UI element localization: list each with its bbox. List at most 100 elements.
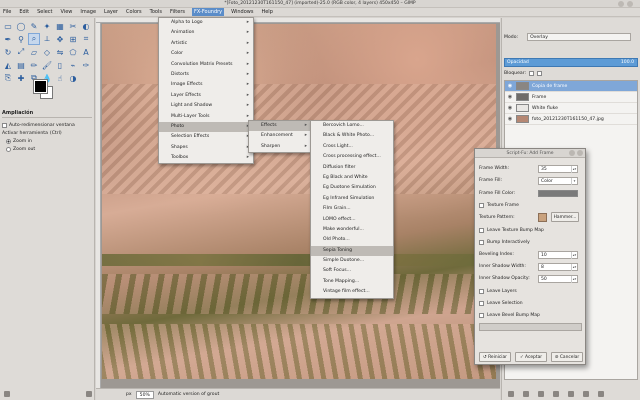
menu-item-convolution-matrix-presets[interactable]: Convolution Matrix Presets ▸: [159, 60, 253, 70]
menu-item-shapes[interactable]: Shapes▸: [159, 143, 253, 153]
inner-shadow-opacity-spinner[interactable]: 50 ▴▾: [538, 275, 578, 283]
free-select-icon[interactable]: ✎: [28, 20, 40, 32]
menu-item-layer-effects[interactable]: Layer Effects ▸: [159, 91, 253, 101]
menu-item-multi-layer-tools[interactable]: Multi-Layer Tools ▸: [159, 112, 253, 122]
zoom-icon[interactable]: ⌕: [28, 33, 40, 45]
menu-item-alpha-to-logo[interactable]: Alpha to Logo ▸: [159, 18, 253, 28]
minimize-icon[interactable]: [618, 1, 624, 7]
texture-frame-row[interactable]: Texture Frame: [479, 201, 519, 210]
shear-icon[interactable]: ▱: [28, 46, 40, 58]
menu-item-sepia-toning[interactable]: Sepia Toning: [311, 245, 393, 257]
leave-texture-bump-checkbox[interactable]: [479, 228, 484, 233]
menu-image[interactable]: Image: [79, 9, 97, 15]
layer-row[interactable]: ◉ Copia de frame: [505, 81, 637, 92]
dialog-minimize-icon[interactable]: [569, 150, 575, 156]
clone-icon[interactable]: ⎘: [2, 72, 14, 84]
measure-icon[interactable]: ⟂: [41, 33, 53, 45]
fg-bg-colors[interactable]: [33, 79, 53, 99]
menu-item-toolbox[interactable]: Toolbox ▸: [159, 153, 253, 163]
zoom-in-option[interactable]: Zoom in: [2, 137, 92, 145]
menu-item-tone-mapping[interactable]: Tone Mapping...: [311, 277, 393, 287]
scale-icon[interactable]: ⤢: [15, 46, 27, 58]
menu-item-lomo-effect[interactable]: LOMO effect...: [311, 215, 393, 225]
zoom-level-selector[interactable]: 50%: [135, 390, 154, 399]
menu-item-animation[interactable]: Animation ▸: [159, 28, 253, 38]
menu-help[interactable]: Help: [260, 9, 273, 15]
menu-fx-foundry[interactable]: FX-Foundry: [192, 8, 225, 16]
leave-selection-checkbox[interactable]: [479, 301, 484, 306]
color-select-icon[interactable]: ▦: [54, 20, 66, 32]
menu-item-photo[interactable]: Photo▸: [159, 121, 253, 133]
menu-item-soft-focus[interactable]: Soft Focus...: [311, 266, 393, 276]
frame-fill-dropdown[interactable]: Color ▾: [538, 177, 578, 185]
blend-icon[interactable]: ▤: [15, 59, 27, 71]
menu-item-eg-black-and-white[interactable]: Eg Black and White: [311, 173, 393, 183]
menu-filters[interactable]: Filters: [169, 9, 186, 15]
menu-file[interactable]: File: [2, 9, 12, 15]
menu-item-make-wonderful[interactable]: Make wonderful...: [311, 225, 393, 235]
menu-item-bercovich-lomo[interactable]: Bercovich Lomo...: [311, 121, 393, 131]
save-options-icon[interactable]: [4, 391, 10, 397]
texture-pattern-button[interactable]: Hammer...: [551, 212, 579, 222]
color-picker-icon[interactable]: ⚲: [15, 33, 27, 45]
paintbrush-icon[interactable]: 🖌: [41, 59, 53, 71]
menu-item-black-white-photo[interactable]: Black & White Photo...: [311, 131, 393, 141]
layer-row[interactable]: ◉ White fluke: [505, 103, 637, 114]
menu-select[interactable]: Select: [36, 9, 53, 15]
ink-icon[interactable]: ✑: [80, 59, 92, 71]
menu-windows[interactable]: Windows: [230, 9, 254, 15]
leave-selection-row[interactable]: Leave Selection: [479, 299, 523, 308]
cancel-button[interactable]: ⊘ Cancelar: [551, 352, 583, 362]
menu-item-image-effects[interactable]: Image Effects ▸: [159, 80, 253, 90]
menu-layer[interactable]: Layer: [103, 9, 119, 15]
bump-interactively-row[interactable]: Bump Interactively: [479, 238, 530, 247]
foreground-color-swatch[interactable]: [33, 79, 48, 94]
opacity-slider[interactable]: Opacidad 100.0: [504, 58, 638, 67]
lock-alpha-checkbox[interactable]: [537, 71, 543, 76]
menu-item-diffusion-filter[interactable]: Diffusion filter: [311, 163, 393, 173]
vertical-ruler[interactable]: [96, 23, 101, 388]
eye-icon[interactable]: ◉: [507, 116, 513, 122]
menu-edit[interactable]: Edit: [18, 9, 30, 15]
rotate-icon[interactable]: ↻: [2, 46, 14, 58]
beveling-index-spinner[interactable]: 10 ▴▾: [538, 251, 578, 259]
menu-item-eg-infrared-simulation[interactable]: Eg Infrared Simulation: [311, 194, 393, 204]
inner-shadow-width-spinner[interactable]: 8 ▴▾: [538, 263, 578, 271]
layer-row[interactable]: ◉ foto_20121230T161150_47.jpg: [505, 114, 637, 125]
ok-button[interactable]: ✓ Aceptar: [515, 352, 547, 362]
menu-colors[interactable]: Colors: [125, 9, 143, 15]
menu-item-old-photo[interactable]: Old Photo...: [311, 235, 393, 245]
raise-layer-icon[interactable]: [538, 391, 544, 397]
eye-icon[interactable]: ◉: [507, 83, 513, 89]
perspective-icon[interactable]: ◇: [41, 46, 53, 58]
leave-bevel-bump-checkbox[interactable]: [479, 313, 484, 318]
airbrush-icon[interactable]: ⌁: [67, 59, 79, 71]
menu-item-color[interactable]: Color ▸: [159, 49, 253, 59]
rect-select-icon[interactable]: ▭: [2, 20, 14, 32]
texture-frame-checkbox[interactable]: [479, 203, 484, 208]
reset-options-icon[interactable]: [86, 391, 92, 397]
layer-row[interactable]: ◉ Frame: [505, 92, 637, 103]
crop-icon[interactable]: ⌗: [80, 33, 92, 45]
bump-interactively-checkbox[interactable]: [479, 240, 484, 245]
menu-item-simple-duotone[interactable]: Simple Duotone...: [311, 256, 393, 266]
leave-bevel-bump-row[interactable]: Leave Bevel Bump Map: [479, 311, 540, 320]
dialog-close-icon[interactable]: [577, 150, 583, 156]
pencil-icon[interactable]: ✏: [28, 59, 40, 71]
menu-tools[interactable]: Tools: [149, 9, 163, 15]
unit-selector[interactable]: px: [126, 392, 132, 397]
move-icon[interactable]: ✥: [54, 33, 66, 45]
leave-texture-bump-row[interactable]: Leave Texture Bump Map: [479, 226, 544, 235]
menu-item-vintage-film-effect[interactable]: Vintage film effect...: [311, 287, 393, 297]
horizontal-ruler[interactable]: [96, 18, 500, 23]
smudge-icon[interactable]: ☝: [54, 72, 66, 84]
menu-item-cross-light[interactable]: Cross Light...: [311, 142, 393, 152]
new-layer-group-icon[interactable]: [523, 391, 529, 397]
dodge-burn-icon[interactable]: ◑: [67, 72, 79, 84]
image-canvas-area[interactable]: [96, 18, 500, 388]
text-icon[interactable]: A: [80, 46, 92, 58]
menu-item-artistic[interactable]: Artistic ▸: [159, 39, 253, 49]
menu-item-distorts[interactable]: Distorts ▸: [159, 70, 253, 80]
mode-dropdown[interactable]: Overlay: [527, 33, 632, 41]
bucket-fill-icon[interactable]: ◭: [2, 59, 14, 71]
